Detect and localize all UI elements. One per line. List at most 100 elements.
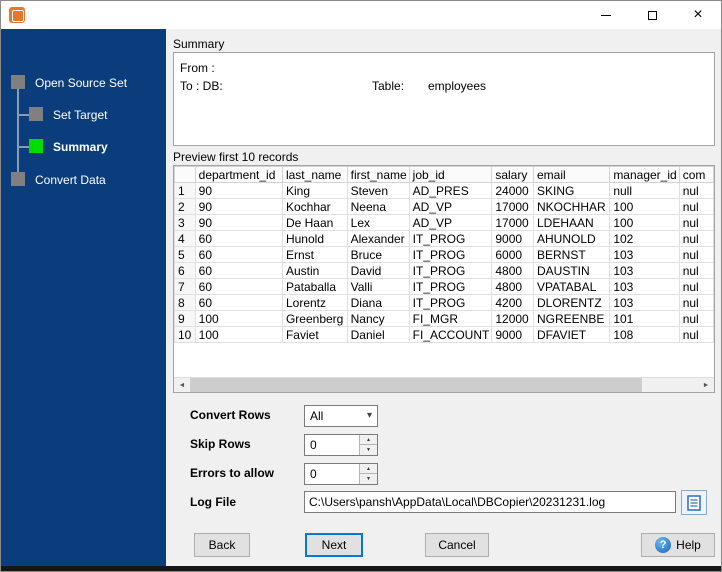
preview-section-label: Preview first 10 records <box>173 150 299 164</box>
table-cell: NKOCHHAR <box>532 198 611 215</box>
convert-rows-select[interactable]: All ▾ <box>304 405 378 427</box>
scroll-left-button[interactable]: ◄ <box>174 378 190 392</box>
column-header: salary <box>491 166 534 183</box>
scrollbar-thumb[interactable] <box>190 378 642 392</box>
horizontal-scrollbar[interactable]: ◄ ► <box>174 377 714 392</box>
table-cell: nul <box>678 294 714 311</box>
step-label: Convert Data <box>35 173 106 187</box>
table-cell: nul <box>678 310 714 327</box>
back-button[interactable]: Back <box>194 533 250 557</box>
table-cell: NGREENBE <box>532 310 611 327</box>
table-cell: 9000 <box>491 326 534 343</box>
scroll-right-button[interactable]: ► <box>698 378 714 392</box>
table-cell: AD_VP <box>408 198 493 215</box>
table-row[interactable]: 8 60 Lorentz Diana IT_PROG 4200 DLORENTZ 103 nul <box>174 294 714 311</box>
errors-to-allow-input[interactable] <box>305 464 359 484</box>
table-cell: 103 <box>609 294 680 311</box>
table-row[interactable]: 10 100 Faviet Daniel FI_ACCOUNT 9000 DFAVIET 10… <box>174 326 714 343</box>
errors-to-allow-label: Errors to allow <box>190 466 275 480</box>
skip-rows-input[interactable] <box>305 435 359 455</box>
table-row[interactable]: 9 100 Greenberg Nancy FI_MGR 12000 NGREENBE 101… <box>174 310 714 327</box>
row-number-cell: 2 <box>174 198 196 215</box>
table-cell: nul <box>678 326 714 343</box>
table-cell: 90 <box>194 198 283 215</box>
maximize-button[interactable] <box>629 1 675 29</box>
table-cell: DAUSTIN <box>532 262 611 279</box>
table-cell: IT_PROG <box>408 278 493 295</box>
summary-from-label: From : <box>180 61 215 75</box>
errors-up-button[interactable]: ▲ <box>359 464 377 474</box>
step-connector-line <box>17 82 19 180</box>
table-cell: 103 <box>609 246 680 263</box>
table-cell: Hunold <box>281 230 348 247</box>
table-cell: 100 <box>194 326 283 343</box>
table-cell: Lorentz <box>281 294 348 311</box>
summary-table-value: employees <box>428 79 487 93</box>
log-file-view-button[interactable] <box>681 490 707 515</box>
table-cell: Bruce <box>346 246 410 263</box>
table-cell: Nancy <box>346 310 410 327</box>
table-cell: 90 <box>194 182 283 199</box>
table-cell: 103 <box>609 262 680 279</box>
next-button[interactable]: Next <box>305 533 363 557</box>
summary-box: From : To : DB: Table: employees <box>173 52 715 146</box>
table-cell: nul <box>678 230 714 247</box>
table-row[interactable]: 2 90 Kochhar Neena AD_VP 17000 NKOCHHAR 100 nul <box>174 198 714 215</box>
step-label: Set Target <box>53 108 108 122</box>
table-row[interactable]: 1 90 King Steven AD_PRES 24000 SKING null nul <box>174 182 714 199</box>
step-marker-icon <box>29 107 43 121</box>
log-file-label: Log File <box>190 495 236 509</box>
table-cell: Pataballa <box>281 278 348 295</box>
table-cell: Faviet <box>281 326 348 343</box>
log-file-icon <box>687 494 701 511</box>
table-cell: 4800 <box>491 262 534 279</box>
row-number-cell: 5 <box>174 246 196 263</box>
table-row[interactable]: 3 90 De Haan Lex AD_VP 17000 LDEHAAN 100 nul <box>174 214 714 231</box>
preview-table-container: department_id last_name first_name job_id sa… <box>173 165 715 393</box>
table-cell: FI_ACCOUNT <box>408 326 493 343</box>
column-header: manager_id <box>609 166 680 183</box>
table-cell: 4200 <box>491 294 534 311</box>
window-controls: × <box>583 1 721 29</box>
log-file-input[interactable] <box>304 491 676 513</box>
step-label: Summary <box>53 140 108 154</box>
table-cell: 100 <box>609 198 680 215</box>
spin-down-icon: ▼ <box>366 447 371 453</box>
cancel-button[interactable]: Cancel <box>425 533 489 557</box>
table-cell: FI_MGR <box>408 310 493 327</box>
table-row[interactable]: 6 60 Austin David IT_PROG 4800 DAUSTIN 103 nul <box>174 262 714 279</box>
chevron-down-icon: ▾ <box>366 410 372 421</box>
preview-table-head-row: department_id last_name first_name job_id sa… <box>174 166 714 183</box>
table-row[interactable]: 4 60 Hunold Alexander IT_PROG 9000 AHUNOLD 102 n… <box>174 230 714 247</box>
help-label: Help <box>676 538 701 552</box>
table-cell: IT_PROG <box>408 246 493 263</box>
table-cell: Valli <box>346 278 410 295</box>
row-number-cell: 10 <box>174 326 196 343</box>
preview-table-body: 1 90 King Steven AD_PRES 24000 SKING null nul 2 90… <box>174 182 714 343</box>
table-cell: VPATABAL <box>532 278 611 295</box>
summary-section-label: Summary <box>173 37 225 51</box>
table-row[interactable]: 5 60 Ernst Bruce IT_PROG 6000 BERNST 103 nul <box>174 246 714 263</box>
table-cell: 12000 <box>491 310 534 327</box>
table-cell: Austin <box>281 262 348 279</box>
row-number-cell: 3 <box>174 214 196 231</box>
table-cell: David <box>346 262 410 279</box>
help-button[interactable]: ? Help <box>641 533 715 557</box>
table-cell: 100 <box>194 310 283 327</box>
table-cell: Steven <box>346 182 410 199</box>
skip-rows-up-button[interactable]: ▲ <box>359 435 377 445</box>
spinner-buttons: ▲ ▼ <box>359 435 377 455</box>
step-marker-icon <box>29 139 43 153</box>
skip-rows-down-button[interactable]: ▼ <box>359 445 377 455</box>
table-cell: 9000 <box>491 230 534 247</box>
close-button[interactable]: × <box>675 1 721 29</box>
table-row[interactable]: 7 60 Pataballa Valli IT_PROG 4800 VPATABAL 103 n… <box>174 278 714 295</box>
minimize-button[interactable] <box>583 1 629 29</box>
table-cell: Greenberg <box>281 310 348 327</box>
table-cell: null <box>609 182 680 199</box>
step-marker-icon <box>11 75 25 89</box>
table-cell: 103 <box>609 278 680 295</box>
minimize-icon <box>601 14 611 16</box>
table-cell: 6000 <box>491 246 534 263</box>
errors-down-button[interactable]: ▼ <box>359 474 377 484</box>
